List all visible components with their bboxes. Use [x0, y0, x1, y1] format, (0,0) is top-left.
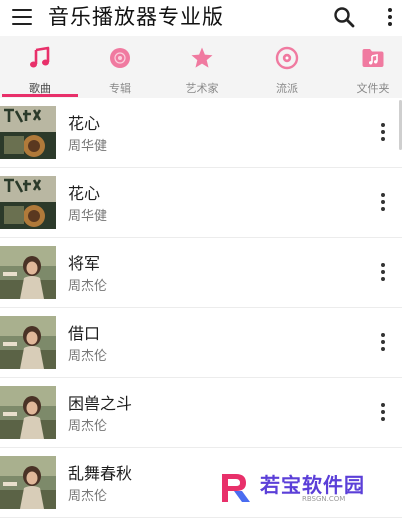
tab-label: 专辑 — [109, 82, 131, 95]
watermark-logo-icon — [222, 474, 250, 502]
album-cover-art — [0, 246, 56, 299]
more-options-icon[interactable] — [376, 192, 390, 212]
song-title: 借口 — [68, 324, 101, 343]
more-options-icon[interactable] — [376, 402, 390, 422]
song-artist: 周杰伦 — [68, 279, 108, 294]
song-title: 花心 — [68, 184, 101, 203]
more-options-icon[interactable] — [376, 262, 390, 282]
tab-genres[interactable]: 流派 — [247, 36, 327, 98]
song-artist: 周杰伦 — [68, 419, 108, 434]
music-note-icon — [30, 46, 50, 68]
tab-label: 流派 — [276, 82, 298, 95]
album-cover-art — [0, 176, 56, 229]
app-title: 音乐播放器专业版 — [48, 5, 224, 29]
album-cover-art — [0, 106, 56, 159]
song-row[interactable]: 困兽之斗 周杰伦 — [0, 378, 402, 448]
watermark-url: RBSGN.COM — [302, 495, 346, 503]
album-cover-art — [0, 386, 56, 439]
album-cover-art — [0, 456, 56, 509]
tab-folders[interactable]: 文件夹 — [333, 36, 402, 98]
song-row[interactable]: 花心 周华健 — [0, 98, 402, 168]
song-title: 花心 — [68, 114, 101, 133]
active-tab-indicator — [2, 94, 78, 97]
song-row[interactable]: 花心 周华健 — [0, 168, 402, 238]
song-artist: 周华健 — [68, 139, 108, 154]
more-vert-icon[interactable] — [385, 7, 395, 27]
hamburger-menu-icon[interactable] — [12, 9, 32, 25]
category-tabs: 歌曲 专辑 艺术家 流派 文件夹 — [0, 36, 402, 99]
disc-icon — [110, 48, 130, 68]
album-cover-art — [0, 316, 56, 369]
star-icon — [191, 47, 213, 68]
search-icon[interactable] — [333, 6, 355, 28]
tab-artists[interactable]: 艺术家 — [162, 36, 242, 98]
song-row[interactable]: 借口 周杰伦 — [0, 308, 402, 378]
watermark: 若宝软件园 RBSGN.COM — [202, 465, 394, 509]
vinyl-icon — [275, 46, 299, 70]
folder-music-icon — [362, 49, 384, 67]
more-options-icon[interactable] — [376, 122, 390, 142]
song-artist: 周杰伦 — [68, 349, 108, 364]
watermark-text: 若宝软件园 — [260, 473, 365, 497]
song-title: 困兽之斗 — [68, 394, 133, 413]
song-artist: 周杰伦 — [68, 489, 108, 504]
tab-albums[interactable]: 专辑 — [80, 36, 160, 98]
app-toolbar: 音乐播放器专业版 — [0, 0, 402, 34]
tab-label: 艺术家 — [185, 82, 219, 95]
tab-songs[interactable]: 歌曲 — [0, 36, 80, 98]
song-title: 将军 — [68, 254, 101, 273]
tab-label: 文件夹 — [356, 82, 390, 95]
song-artist: 周华健 — [68, 209, 108, 224]
more-options-icon[interactable] — [376, 332, 390, 352]
song-title: 乱舞春秋 — [68, 464, 133, 483]
song-row[interactable]: 将军 周杰伦 — [0, 238, 402, 308]
